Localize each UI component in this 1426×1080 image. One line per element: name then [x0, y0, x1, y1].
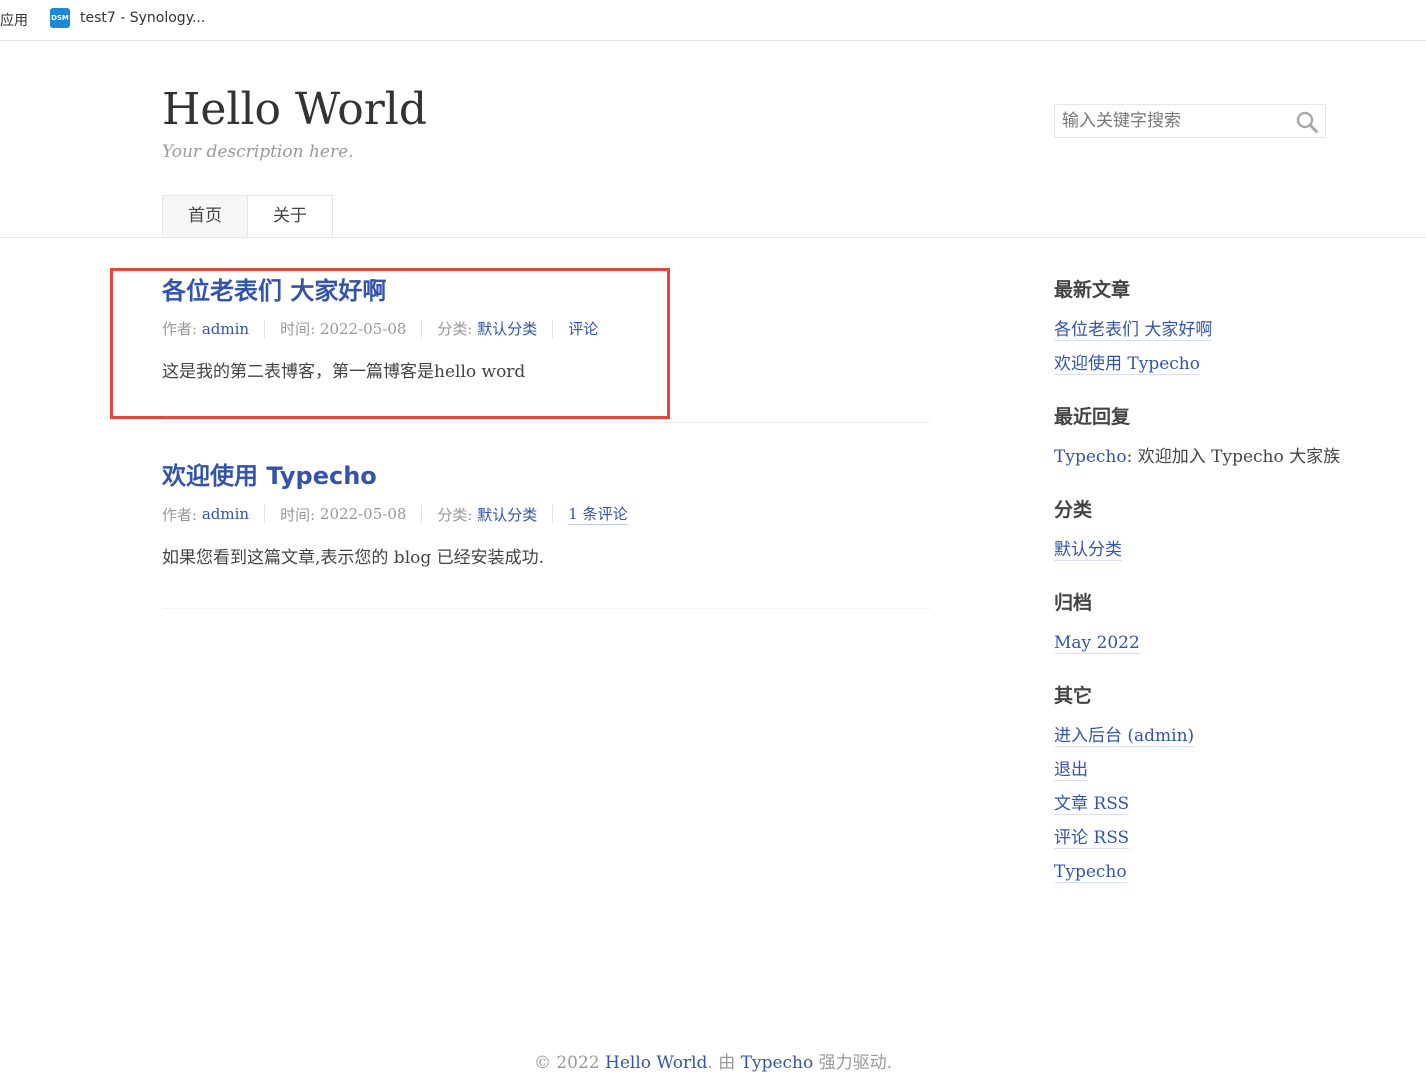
- post-author-label: 作者:: [162, 320, 198, 338]
- post-comments-link[interactable]: 1 条评论: [568, 503, 628, 525]
- widget-title: 最近回复: [1054, 406, 1131, 428]
- typecho-link[interactable]: Typecho: [1054, 862, 1127, 883]
- bookmarks-bar: 应用 DSM test7 - Synology...: [0, 0, 1426, 41]
- comment-separator: :: [1126, 447, 1138, 467]
- posts-rss-link[interactable]: 文章 RSS: [1054, 794, 1130, 815]
- search-icon: [1296, 111, 1318, 133]
- list-item: 退出: [1054, 758, 1354, 782]
- widget-misc: 其它 进入后台 (admin) 退出 文章 RSS 评论 RSS Typecho: [1054, 682, 1354, 884]
- header-divider: [0, 237, 1426, 238]
- bookmark-apps[interactable]: 应用: [0, 10, 28, 30]
- widget-title: 归档: [1054, 592, 1093, 614]
- list-item: 欢迎使用 Typecho: [1054, 352, 1354, 376]
- post-category-label: 分类:: [437, 505, 473, 524]
- site-description: Your description here.: [162, 142, 354, 162]
- post-item: 欢迎使用 Typecho 作者: admin 时间: 2022-05-08 分类…: [162, 461, 930, 568]
- category-link[interactable]: 默认分类: [1054, 540, 1122, 561]
- bookmark-synology[interactable]: DSM test7 - Synology...: [50, 8, 205, 28]
- post-time-label: 时间:: [280, 320, 316, 338]
- nav-item-about[interactable]: 关于: [248, 195, 333, 237]
- search-form: [1054, 104, 1326, 138]
- list-item: May 2022: [1054, 631, 1354, 655]
- list-item: 进入后台 (admin): [1054, 724, 1354, 748]
- post-category-link[interactable]: 默认分类: [477, 504, 537, 525]
- post-category-label: 分类:: [437, 320, 473, 338]
- logout-link[interactable]: 退出: [1054, 760, 1088, 781]
- footer-copyright: © 2022: [533, 1053, 606, 1073]
- footer-middle: . 由: [707, 1053, 741, 1073]
- post-author-link[interactable]: admin: [202, 505, 249, 523]
- post-divider: [162, 608, 930, 609]
- post-item: 各位老表们 大家好啊 作者: admin 时间: 2022-05-08 分类: …: [162, 276, 930, 382]
- post-excerpt: 如果您看到这篇文章,表示您的 blog 已经安装成功.: [162, 548, 545, 568]
- post-author: 作者: admin: [162, 504, 249, 525]
- post-meta: 作者: admin 时间: 2022-05-08 分类: 默认分类 1 条评论: [162, 503, 930, 525]
- dsm-icon: DSM: [50, 8, 70, 28]
- footer-typecho-link[interactable]: Typecho: [741, 1053, 814, 1073]
- post-title-link[interactable]: 各位老表们 大家好啊: [162, 276, 930, 306]
- meta-separator: [264, 319, 266, 338]
- site-title-link[interactable]: Hello World: [162, 84, 427, 135]
- widget-title: 分类: [1054, 499, 1093, 521]
- widget-recent-posts: 最新文章 各位老表们 大家好啊 欢迎使用 Typecho: [1054, 276, 1354, 376]
- post-author-link[interactable]: admin: [202, 320, 249, 338]
- list-item: 各位老表们 大家好啊: [1054, 318, 1354, 342]
- comment-author-link[interactable]: Typecho: [1054, 447, 1127, 467]
- widget-archives: 归档 May 2022: [1054, 589, 1354, 655]
- widget-recent-comments: 最近回复 Typecho: 欢迎加入 Typecho 大家族: [1054, 403, 1354, 469]
- post-author-label: 作者:: [162, 505, 198, 524]
- recent-post-link[interactable]: 欢迎使用 Typecho: [1054, 354, 1200, 375]
- list-item: Typecho: [1054, 860, 1354, 884]
- site-title[interactable]: Hello World: [162, 84, 427, 136]
- post-time-label: 时间:: [280, 505, 316, 524]
- search-input[interactable]: [1055, 105, 1285, 137]
- post-divider: [162, 422, 930, 423]
- post-author: 作者: admin: [162, 318, 249, 339]
- post-time-value: 2022-05-08: [319, 505, 407, 523]
- list-item: 评论 RSS: [1054, 826, 1354, 850]
- post-meta: 作者: admin 时间: 2022-05-08 分类: 默认分类 评论: [162, 318, 930, 339]
- admin-link[interactable]: 进入后台 (admin): [1054, 726, 1195, 747]
- meta-separator: [552, 505, 554, 523]
- recent-post-link[interactable]: 各位老表们 大家好啊: [1054, 320, 1213, 341]
- post-category: 分类: 默认分类: [437, 318, 537, 339]
- post-category: 分类: 默认分类: [437, 504, 537, 525]
- main-nav: 首页 关于: [162, 195, 333, 237]
- widget-categories: 分类 默认分类: [1054, 496, 1354, 562]
- meta-separator: [264, 505, 266, 523]
- meta-separator: [552, 319, 554, 338]
- sidebar: 最新文章 各位老表们 大家好啊 欢迎使用 Typecho 最近回复 Typech…: [1054, 276, 1354, 911]
- meta-separator: [421, 505, 423, 523]
- nav-item-home[interactable]: 首页: [162, 195, 248, 237]
- post-title-link[interactable]: 欢迎使用 Typecho: [162, 461, 930, 491]
- bookmark-synology-label: test7 - Synology...: [80, 10, 206, 26]
- post-time-value: 2022-05-08: [319, 319, 407, 338]
- meta-separator: [421, 319, 423, 338]
- post-comments-link[interactable]: 评论: [568, 318, 598, 339]
- widget-title: 最新文章: [1054, 279, 1131, 301]
- list-item: Typecho: 欢迎加入 Typecho 大家族: [1054, 445, 1354, 469]
- list-item: 默认分类: [1054, 538, 1354, 562]
- post-time: 时间: 2022-05-08: [280, 504, 406, 525]
- widget-title: 其它: [1054, 685, 1093, 707]
- comment-text: 欢迎加入 Typecho 大家族: [1137, 447, 1341, 467]
- footer: © 2022 Hello World. 由 Typecho 强力驱动.: [0, 1048, 1426, 1073]
- post-time: 时间: 2022-05-08: [280, 318, 406, 339]
- post-category-link[interactable]: 默认分类: [477, 318, 537, 339]
- archive-link[interactable]: May 2022: [1054, 633, 1140, 654]
- footer-site-link[interactable]: Hello World: [605, 1053, 707, 1073]
- post-excerpt: 这是我的第二表博客，第一篇博客是hello word: [162, 362, 526, 382]
- search-button[interactable]: [1295, 110, 1319, 134]
- footer-suffix: 强力驱动.: [813, 1053, 893, 1073]
- comments-rss-link[interactable]: 评论 RSS: [1054, 828, 1130, 849]
- list-item: 文章 RSS: [1054, 792, 1354, 816]
